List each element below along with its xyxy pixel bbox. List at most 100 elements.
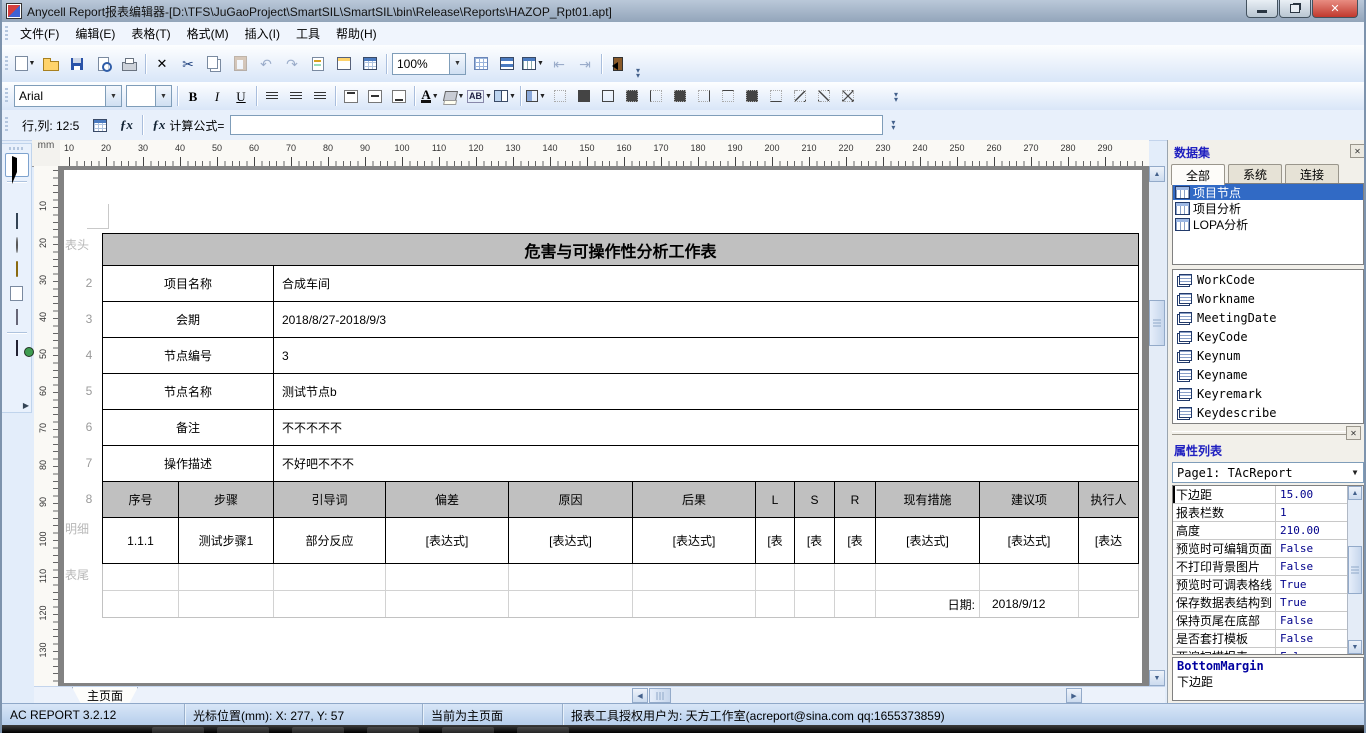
- border-outer-button[interactable]: [596, 85, 620, 107]
- border-right-button[interactable]: [692, 85, 716, 107]
- valign-top-button[interactable]: [339, 85, 363, 107]
- property-value[interactable]: True: [1276, 578, 1357, 591]
- text-format-button[interactable]: AB▼: [466, 85, 493, 107]
- column-header-cell[interactable]: 建议项: [979, 482, 1078, 517]
- toolbar-grip[interactable]: [5, 56, 8, 72]
- info-label-cell[interactable]: 会期: [103, 302, 273, 337]
- report-page[interactable]: 表头 明细 表尾 2345678 危害与可操作性分析工作表项目名称合成车间会期2…: [64, 170, 1142, 683]
- info-value-cell[interactable]: 3: [273, 338, 1138, 373]
- column-header-cell[interactable]: 后果: [632, 482, 755, 517]
- row-number-8[interactable]: 8: [82, 492, 96, 506]
- border-left-button[interactable]: [644, 85, 668, 107]
- menu-item-插入(I)[interactable]: 插入(I): [237, 22, 288, 45]
- detail-cell[interactable]: [表达: [1078, 518, 1138, 563]
- chevron-down-icon[interactable]: ▼: [449, 54, 465, 74]
- info-label-cell[interactable]: 节点编号: [103, 338, 273, 373]
- info-label-cell[interactable]: 节点名称: [103, 374, 273, 409]
- property-row[interactable]: 报表栏数1: [1173, 504, 1357, 522]
- footer-cell[interactable]: [385, 591, 508, 617]
- scroll-left-button[interactable]: ◀: [632, 688, 648, 703]
- info-value-cell[interactable]: 合成车间: [273, 266, 1138, 301]
- footer-cell[interactable]: [834, 591, 875, 617]
- band-view-button[interactable]: [494, 52, 520, 76]
- dataset-field-item[interactable]: MeetingDate: [1173, 308, 1363, 327]
- detail-cell[interactable]: [表: [834, 518, 875, 563]
- print-preview-button[interactable]: [90, 52, 116, 76]
- new-button[interactable]: ▼: [12, 52, 38, 76]
- menu-item-表格(T)[interactable]: 表格(T): [123, 22, 178, 45]
- property-row[interactable]: 预览时可调表格线True: [1173, 576, 1357, 594]
- vertical-scrollbar[interactable]: ▲ ▼: [1149, 166, 1165, 686]
- detail-cell[interactable]: [表: [794, 518, 834, 563]
- border-none-button[interactable]: [548, 85, 572, 107]
- property-value[interactable]: 210.00: [1276, 524, 1357, 537]
- merge-cells-button[interactable]: ▼: [493, 85, 517, 107]
- property-row[interactable]: 保持页尾在底部False: [1173, 612, 1357, 630]
- property-value[interactable]: 15.00: [1276, 488, 1357, 501]
- detail-cell[interactable]: 1.1.1: [103, 518, 178, 563]
- dataset-field-item[interactable]: WorkCode: [1173, 270, 1363, 289]
- detail-cell[interactable]: [表达式]: [508, 518, 632, 563]
- toolbox-expand-icon[interactable]: ▶: [23, 401, 29, 410]
- row-number-7[interactable]: 7: [82, 456, 96, 470]
- footer-cell[interactable]: 日期:: [875, 591, 979, 617]
- border-top-button[interactable]: [716, 85, 740, 107]
- undo-button[interactable]: ↶: [253, 52, 279, 76]
- column-header-cell[interactable]: 偏差: [385, 482, 508, 517]
- dataset-field-item[interactable]: Keydescribe: [1173, 403, 1363, 422]
- text-tool-button[interactable]: [6, 186, 28, 208]
- taskbar-button[interactable]: [217, 727, 269, 733]
- border-inner-button[interactable]: [620, 85, 644, 107]
- property-row[interactable]: 高度210.00: [1173, 522, 1357, 540]
- footer-cell[interactable]: [508, 591, 632, 617]
- valign-bottom-button[interactable]: [387, 85, 411, 107]
- footer-cell[interactable]: [979, 564, 1078, 590]
- property-row[interactable]: 预览时可编辑页面False: [1173, 540, 1357, 558]
- menu-item-格式(M)[interactable]: 格式(M): [179, 22, 237, 45]
- underline-button[interactable]: U: [229, 85, 253, 107]
- info-label-cell[interactable]: 备注: [103, 410, 273, 445]
- info-value-cell[interactable]: 测试节点b: [273, 374, 1138, 409]
- column-header-cell[interactable]: 引导词: [273, 482, 385, 517]
- property-value[interactable]: True: [1276, 596, 1357, 609]
- footer-cell[interactable]: [385, 564, 508, 590]
- column-header-cell[interactable]: 原因: [508, 482, 632, 517]
- redo-button[interactable]: ↷: [279, 52, 305, 76]
- row-number-6[interactable]: 6: [82, 420, 96, 434]
- column-header-cell[interactable]: R: [834, 482, 875, 517]
- barcode-tool-button[interactable]: [6, 258, 28, 280]
- dataset-table-item[interactable]: 项目分析: [1173, 200, 1363, 216]
- property-grid-scrollbar[interactable]: ▲ ▼: [1347, 486, 1363, 654]
- dataset-tab-连接[interactable]: 连接: [1285, 164, 1339, 183]
- border-diag-down-button[interactable]: [788, 85, 812, 107]
- report-wizard-button[interactable]: [357, 52, 383, 76]
- minimize-button[interactable]: [1246, 0, 1278, 18]
- property-row[interactable]: 保存数据表结构到True: [1173, 594, 1357, 612]
- property-value[interactable]: False: [1276, 650, 1357, 655]
- footer-cell[interactable]: [103, 564, 178, 590]
- column-header-cell[interactable]: 步骤: [178, 482, 273, 517]
- scroll-up-button[interactable]: ▲: [1348, 486, 1362, 500]
- footer-cell[interactable]: [834, 564, 875, 590]
- chevron-down-icon[interactable]: ▼: [105, 86, 121, 106]
- align-left-button[interactable]: [260, 85, 284, 107]
- align-right-button[interactable]: [308, 85, 332, 107]
- border-diag-cross-button[interactable]: [836, 85, 860, 107]
- scrollbar-track[interactable]: [671, 688, 1066, 703]
- footer-cell[interactable]: [632, 564, 755, 590]
- report-title-cell[interactable]: 危害与可操作性分析工作表: [103, 234, 1138, 265]
- exit-button[interactable]: [605, 52, 631, 76]
- detail-cell[interactable]: [表达式]: [385, 518, 508, 563]
- info-value-cell[interactable]: 不不不不不: [273, 410, 1138, 445]
- scroll-down-button[interactable]: ▼: [1348, 640, 1362, 654]
- menu-item-帮助(H)[interactable]: 帮助(H): [328, 22, 385, 45]
- shift-right-button[interactable]: ⇥: [572, 52, 598, 76]
- restore-button[interactable]: [1279, 0, 1311, 18]
- border-hmiddle-button[interactable]: [740, 85, 764, 107]
- windows-taskbar[interactable]: [2, 725, 1364, 733]
- border-vcenter-button[interactable]: [668, 85, 692, 107]
- footer-cell[interactable]: 2018/9/12: [979, 591, 1078, 617]
- fill-color-button[interactable]: ▼: [442, 85, 466, 107]
- align-center-button[interactable]: [284, 85, 308, 107]
- columns-tool-button[interactable]: [6, 306, 28, 328]
